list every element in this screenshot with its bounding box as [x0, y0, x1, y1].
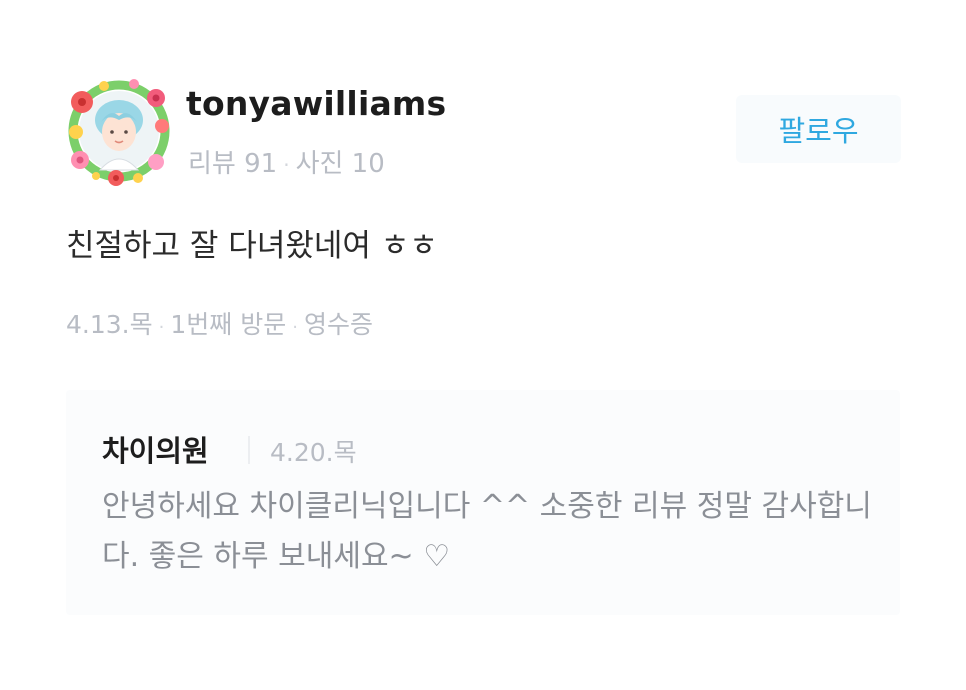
- visit-date: 4.13.목: [66, 310, 153, 339]
- review-meta: 4.13.목 · 1번째 방문 · 영수증: [66, 305, 373, 341]
- flower-wreath-avatar-icon: [68, 79, 170, 186]
- owner-reply: 차이의원 4.20.목 안녕하세요 차이클리닉입니다 ^^ 소중한 리뷰 정말 …: [66, 390, 900, 615]
- reply-date: 4.20.목: [270, 438, 357, 467]
- review-card: tonyawilliams 리뷰 91 · 사진 10 팔로우 친절하고 잘 다녀왔…: [0, 0, 966, 690]
- username[interactable]: tonyawilliams: [186, 84, 446, 123]
- review-text: 친절하고 잘 다녀왔네여 ㅎㅎ: [66, 228, 438, 264]
- avatar[interactable]: [60, 74, 178, 188]
- visit-count: 1번째 방문: [170, 310, 287, 339]
- reply-divider: [248, 436, 250, 464]
- reviewer-stats: 리뷰 91 · 사진 10: [188, 143, 385, 180]
- follow-button[interactable]: 팔로우: [736, 95, 901, 163]
- photo-count: 사진 10: [295, 149, 385, 179]
- dot-separator: ·: [292, 317, 298, 338]
- review-count: 리뷰 91: [188, 149, 278, 179]
- dot-separator: ·: [158, 317, 165, 338]
- reply-owner-name: 차이의원: [102, 434, 209, 468]
- dot-separator: ·: [283, 153, 290, 177]
- reply-text: 안녕하세요 차이클리닉입니다 ^^ 소중한 리뷰 정말 감사합니다. 좋은 하루…: [102, 489, 872, 574]
- receipt-verification: 영수증: [303, 310, 373, 339]
